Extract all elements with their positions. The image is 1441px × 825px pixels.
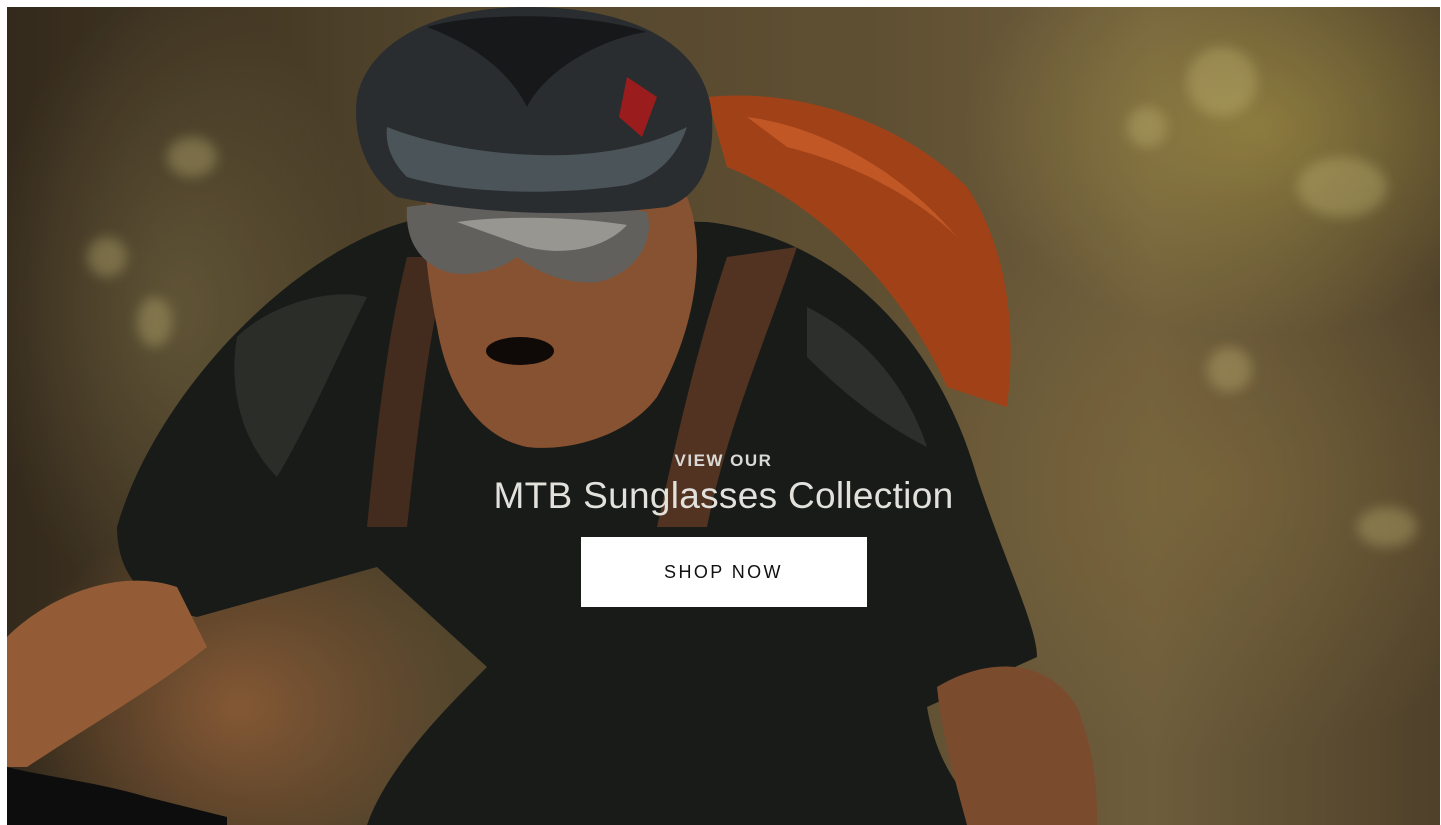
hero-banner: VIEW OUR MTB Sunglasses Collection SHOP …	[7, 7, 1440, 825]
shop-now-button[interactable]: SHOP NOW	[580, 537, 867, 607]
hero-title: MTB Sunglasses Collection	[493, 475, 954, 516]
hero-content: VIEW OUR MTB Sunglasses Collection SHOP …	[7, 451, 1440, 607]
hero-dim-overlay	[7, 7, 1440, 825]
hero-eyebrow: VIEW OUR	[674, 451, 773, 470]
